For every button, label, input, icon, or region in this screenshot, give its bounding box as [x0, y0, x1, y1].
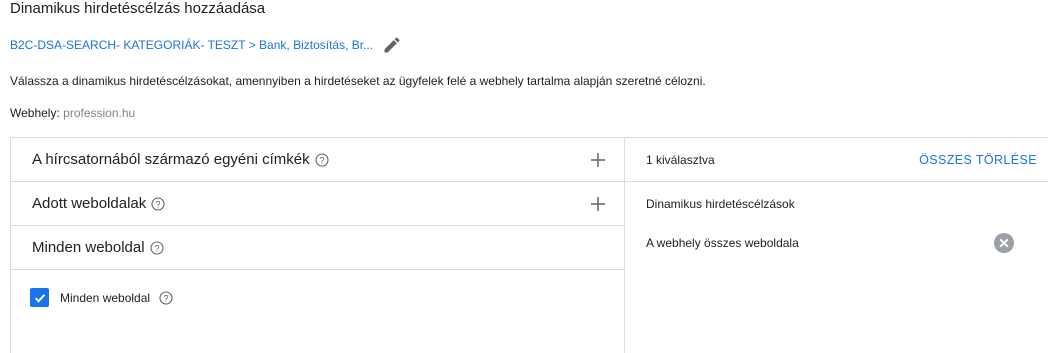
section-specific-pages[interactable]: Adott weboldalak ?: [11, 182, 625, 226]
website-value: profession.hu: [63, 106, 136, 120]
clear-all-button[interactable]: ÖSSZES TÖRLÉSE: [919, 153, 1037, 167]
checkmark-icon: [34, 293, 45, 303]
selection-header: 1 kiválasztva ÖSSZES TÖRLÉSE: [625, 138, 1048, 182]
breadcrumb: B2C-DSA-SEARCH- KATEGORIÁK- TESZT > Bank…: [10, 34, 403, 56]
breadcrumb-link[interactable]: B2C-DSA-SEARCH- KATEGORIÁK- TESZT > Bank…: [10, 38, 373, 52]
group-title: Dinamikus hirdetéscélzások: [646, 197, 795, 211]
selected-count: 1 kiválasztva: [646, 152, 715, 167]
option-all-pages: Minden weboldal ?: [30, 288, 173, 307]
plus-icon[interactable]: [589, 195, 607, 213]
checkbox-all-pages[interactable]: [30, 288, 49, 307]
website-label: Webhely:: [10, 106, 60, 120]
remove-icon[interactable]: [994, 233, 1014, 253]
svg-text:?: ?: [319, 155, 324, 165]
category-column: A hírcsatornából származó egyéni címkék …: [11, 138, 625, 353]
section-feed-labels[interactable]: A hírcsatornából származó egyéni címkék …: [11, 138, 625, 182]
selection-group: Dinamikus hirdetéscélzások: [625, 182, 1048, 226]
section-label: A hírcsatornából származó egyéni címkék: [32, 151, 310, 168]
selected-item: A webhely összes weboldala: [646, 236, 799, 250]
website-info: Webhely: profession.hu: [10, 105, 135, 121]
svg-text:?: ?: [164, 293, 169, 303]
section-label: Adott weboldalak: [32, 195, 147, 212]
help-icon[interactable]: ?: [150, 240, 164, 255]
section-label: Minden weboldal: [32, 239, 145, 256]
help-icon[interactable]: ?: [315, 152, 329, 167]
help-icon[interactable]: ?: [151, 196, 165, 211]
section-all-pages[interactable]: Minden weboldal ?: [11, 226, 625, 270]
description-text: Válassza a dinamikus hirdetéscélzásokat,…: [10, 74, 706, 88]
help-icon[interactable]: ?: [159, 290, 173, 305]
svg-text:?: ?: [156, 199, 161, 209]
selection-column: 1 kiválasztva ÖSSZES TÖRLÉSE Dinamikus h…: [625, 138, 1048, 353]
plus-icon[interactable]: [589, 151, 607, 169]
page-title: Dinamikus hirdetéscélzás hozzáadása: [10, 0, 266, 17]
pencil-icon[interactable]: [381, 34, 403, 56]
svg-text:?: ?: [154, 243, 159, 253]
targeting-panel: A hírcsatornából származó egyéni címkék …: [10, 137, 1048, 353]
option-label: Minden weboldal: [60, 290, 151, 305]
